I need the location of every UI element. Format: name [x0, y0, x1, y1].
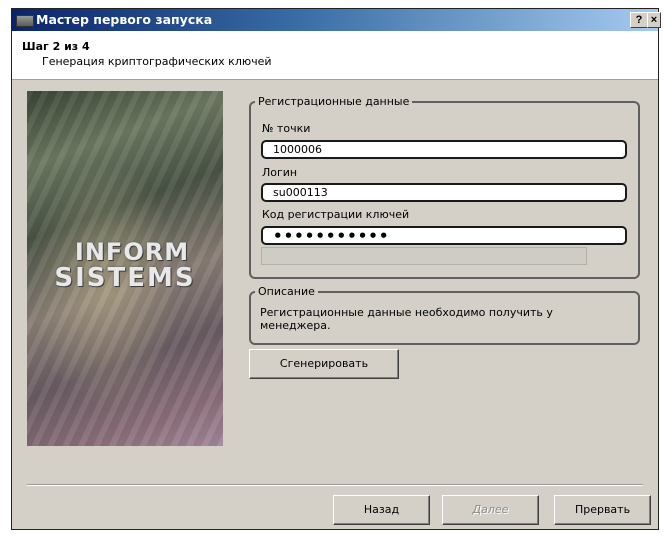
help-button[interactable]: ?	[630, 12, 648, 28]
cancel-button[interactable]: Прервать	[554, 495, 651, 525]
logo-line-2: SISTEMS	[54, 263, 196, 293]
close-button[interactable]: ×	[647, 12, 661, 28]
next-button[interactable]: Далее	[442, 495, 539, 525]
inform-systems-logo: INFORM SISTEMS	[27, 239, 223, 291]
key-code-label: Код регистрации ключей	[262, 208, 410, 221]
point-number-label: № точки	[262, 122, 311, 135]
key-code-input[interactable]	[261, 226, 627, 245]
step-title: Шаг 2 из 4	[22, 40, 90, 53]
back-button[interactable]: Назад	[333, 495, 430, 525]
wizard-header: Шаг 2 из 4 Генерация криптографических к…	[12, 31, 658, 80]
generation-progress-bar	[261, 247, 587, 265]
point-number-input[interactable]	[261, 140, 627, 159]
window-title: Мастер первого запуска	[36, 12, 213, 27]
app-icon	[16, 15, 34, 27]
description-text: Регистрационные данные необходимо получи…	[260, 306, 553, 332]
description-group-title: Описание	[258, 285, 315, 298]
login-input[interactable]	[261, 183, 627, 202]
generate-button[interactable]: Сгенерировать	[249, 349, 399, 379]
footer-separator	[27, 484, 643, 486]
wizard-window: Мастер первого запуска ? × Шаг 2 из 4 Ге…	[11, 8, 661, 530]
brand-banner-image: INFORM SISTEMS	[27, 91, 223, 446]
step-subtitle: Генерация криптографических ключей	[42, 55, 272, 68]
logo-line-1: INFORM	[74, 238, 190, 266]
login-label: Логин	[262, 166, 298, 179]
title-bar: Мастер первого запуска ? ×	[12, 9, 661, 31]
registration-group-title: Регистрационные данные	[258, 95, 410, 108]
